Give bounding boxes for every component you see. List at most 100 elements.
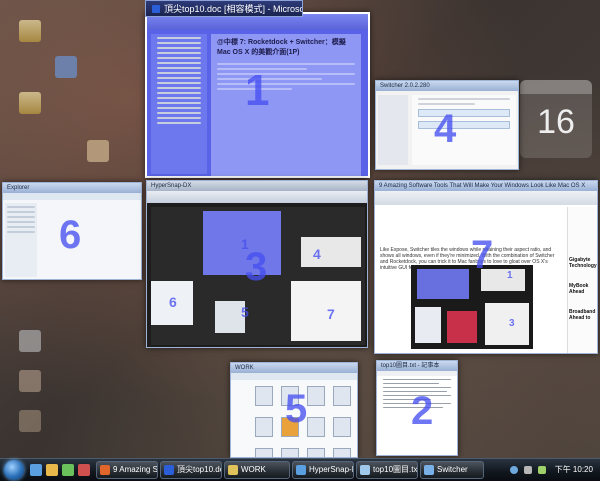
nested-number-5: 5: [241, 304, 249, 320]
folder-icon: [55, 56, 77, 78]
nested-browser-thumb: [291, 281, 361, 341]
news-item[interactable]: Broadband Ahead to: [568, 309, 597, 321]
word-icon: [152, 5, 160, 13]
desktop-icon[interactable]: [4, 410, 56, 434]
hypersnap-toolbar: [147, 191, 367, 203]
taskbar-button-switcher[interactable]: Switcher: [420, 461, 484, 479]
window-titlebar: HyperSnap-DX: [147, 181, 367, 191]
window-titlebar: WORK: [231, 363, 357, 373]
settings-field[interactable]: [418, 121, 510, 129]
taskbar-button-work[interactable]: WORK: [224, 461, 290, 479]
tray-icon[interactable]: [538, 465, 547, 474]
word-window-thumbnail[interactable]: @中標 7: Rocketdock + Switcher：模擬 Mac OS X…: [145, 12, 370, 178]
window-titlebar: Switcher 2.0.2.280: [376, 81, 518, 91]
nested-number-6: 6: [169, 294, 177, 310]
quicklaunch-icon[interactable]: [46, 464, 58, 476]
tray-icon[interactable]: [524, 465, 533, 474]
article-screenshot: 1 3: [411, 265, 533, 349]
quicklaunch-icon[interactable]: [78, 464, 90, 476]
explorer-tree: [5, 203, 37, 277]
folder-icon: [87, 140, 109, 162]
notepad-window-thumbnail[interactable]: top10圖目.txt - 記事本 2: [376, 360, 458, 456]
doc-heading: @中標 7: Rocketdock + Switcher：模擬 Mac OS X…: [217, 39, 346, 56]
tray-icon[interactable]: [510, 465, 518, 474]
folder-icon: [19, 410, 41, 432]
folder-icon: [19, 370, 41, 392]
window-titlebar: top10圖目.txt - 記事本: [377, 361, 457, 371]
desktop-icon[interactable]: [4, 370, 56, 394]
taskbar-button-hypersnap[interactable]: HyperSnap-DX...: [292, 461, 354, 479]
word-outline-pane: [151, 34, 207, 174]
file-icon[interactable]: [333, 448, 351, 457]
article-thumb: [415, 307, 441, 343]
file-icon[interactable]: [255, 448, 273, 457]
desktop: 16 @中標 7: Rocketdock + Switcher：模擬 Mac O…: [0, 0, 600, 458]
file-icon[interactable]: [333, 417, 351, 437]
switcher-icon: [424, 465, 434, 475]
explorer-window-thumbnail[interactable]: Explorer 6: [2, 182, 142, 280]
window-number-7: 7: [471, 233, 494, 277]
article-number-3: 3: [509, 318, 515, 329]
article-thumb: [485, 303, 529, 345]
file-icon[interactable]: [255, 417, 273, 437]
article-thumb: [447, 311, 477, 343]
taskbar: 9 Amazing Sof... 頂尖top10.doc... WORK Hyp…: [0, 458, 600, 481]
window-number-4: 4: [434, 107, 457, 151]
taskbar-button-word[interactable]: 頂尖top10.doc...: [160, 461, 222, 479]
file-icon[interactable]: [307, 448, 325, 457]
calendar-gadget: 16: [520, 80, 592, 158]
clock[interactable]: 下午 10:20: [555, 465, 593, 474]
file-icon[interactable]: [307, 417, 325, 437]
desktop-icon[interactable]: [40, 56, 92, 80]
settings-field[interactable]: [418, 109, 510, 117]
file-icon[interactable]: [281, 448, 299, 457]
notepad-menubar: [377, 371, 457, 376]
desktop-icon[interactable]: [4, 92, 56, 116]
word-document-page: @中標 7: Rocketdock + Switcher：模擬 Mac OS X…: [211, 34, 361, 176]
article-body: Like Expose, Switcher tiles the windows …: [377, 207, 565, 353]
quicklaunch-icon[interactable]: [30, 464, 42, 476]
nested-number-4: 4: [313, 246, 321, 262]
folder-icon: [19, 20, 41, 42]
hypersnap-icon: [296, 465, 306, 475]
taskbar-button-notepad[interactable]: top10圖目.txt...: [356, 461, 418, 479]
word-icon: [164, 465, 174, 475]
nested-switcher-thumb: [301, 237, 361, 267]
start-button[interactable]: [4, 460, 24, 480]
desktop-icon[interactable]: [4, 330, 56, 354]
desktop-icon[interactable]: [72, 140, 124, 164]
news-item[interactable]: Gigabyte Technology: [568, 257, 597, 269]
window-number-3: 3: [245, 245, 268, 289]
article-number-1: 1: [507, 270, 513, 281]
hypersnap-window-thumbnail[interactable]: HyperSnap-DX 1 4 6 7 5 3: [146, 180, 368, 348]
work-folder-window-thumbnail[interactable]: WORK 5: [230, 362, 358, 458]
article-thumb: [417, 269, 469, 299]
nested-number-7: 7: [327, 306, 335, 322]
folder-icon: [19, 92, 41, 114]
window-titlebar: Explorer: [3, 183, 141, 193]
browser-window-thumbnail[interactable]: 9 Amazing Software Tools That Will Make …: [374, 180, 598, 354]
folder-icon: [19, 330, 41, 352]
news-sidebar: Gigabyte Technology MyBook Ahead Broadba…: [567, 207, 597, 353]
folder-toolbar: [231, 373, 357, 380]
desktop-icon[interactable]: [4, 20, 56, 44]
window-number-1: 1: [245, 66, 270, 115]
quicklaunch-icon[interactable]: [62, 464, 74, 476]
window-number-2: 2: [411, 389, 434, 433]
file-icon[interactable]: [307, 386, 325, 406]
folder-icon: [228, 465, 238, 475]
browser-toolbar: [375, 191, 597, 205]
window-titlebar: 9 Amazing Software Tools That Will Make …: [375, 181, 597, 191]
news-item[interactable]: MyBook Ahead: [568, 283, 597, 295]
switcher-settings-window-thumbnail[interactable]: Switcher 2.0.2.280 4: [375, 80, 519, 170]
file-icon[interactable]: [333, 386, 351, 406]
calendar-header: [520, 80, 592, 94]
browser-icon: [100, 465, 110, 475]
settings-sidebar: [378, 95, 408, 165]
active-window-title: 頂尖top10.doc [相容模式] - Microsoft Word: [145, 0, 303, 17]
taskbar-button-browser[interactable]: 9 Amazing Sof...: [96, 461, 158, 479]
notepad-icon: [360, 465, 370, 475]
file-icon[interactable]: [255, 386, 273, 406]
window-number-6: 6: [59, 213, 82, 257]
explorer-toolbar: [3, 193, 141, 200]
